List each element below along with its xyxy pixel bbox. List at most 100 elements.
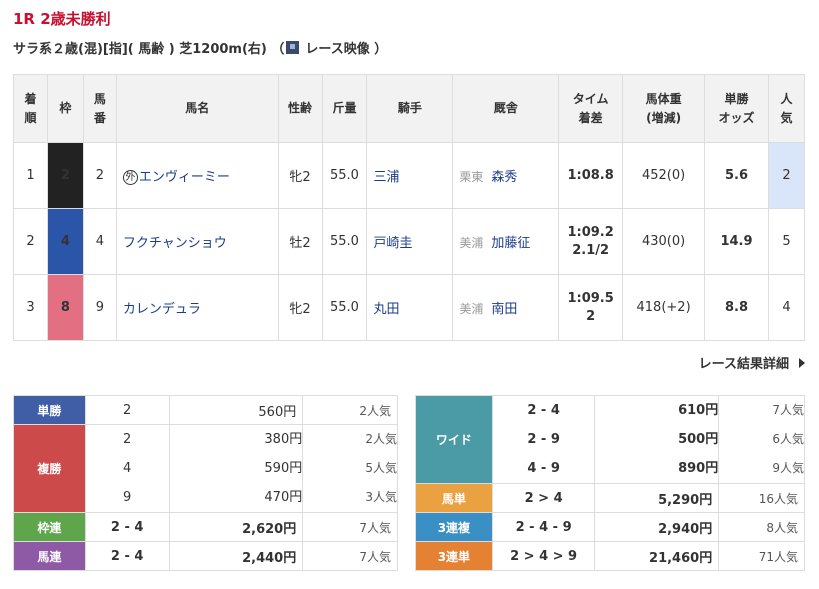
payout-row-tansho: 単勝 2 560円 2人気	[13, 395, 398, 425]
payout-popularity: 71人気	[718, 541, 805, 571]
payout-amount: 2,940円	[594, 512, 720, 542]
payout-numbers: 2	[84, 395, 170, 425]
time-cell: 1:09.2 2.1/2	[558, 208, 624, 275]
body-weight: 430(0)	[622, 208, 706, 275]
popularity: 5	[767, 208, 806, 275]
sex-age: 牝2	[277, 274, 323, 341]
payout-row-sanrenpuku: 3連複 2 - 4 - 9 2,940円 8人気	[415, 512, 805, 542]
payout-row-wakuren: 枠連 2 - 4 2,620円 7人気	[13, 512, 398, 542]
payout-row-umatan: 馬単 2 > 4 5,290円 16人気	[415, 483, 805, 513]
results-table: 着順 枠 馬番 馬名 性齢 斤量 騎手 厩舎 タイム 着差 馬体重 (増減) 単勝オ…	[13, 74, 806, 341]
horse-name-link[interactable]: カレンデュラ	[115, 274, 279, 341]
header-time: タイム 着差	[558, 74, 624, 143]
payout-amount: 21,460円	[594, 541, 720, 571]
header-rank: 着順	[13, 74, 48, 143]
race-conditions: サラ系２歳(混)[指]( 馬齢 ) 芝1200m(右) （ レース映像 ）	[13, 38, 387, 57]
race-title: 1R 2歳未勝利	[13, 10, 111, 28]
carried-weight: 55.0	[321, 142, 368, 209]
payout-amount: 610円 500円 890円	[594, 395, 720, 484]
payout-popularity: 2人気 5人気 3人気	[302, 424, 398, 513]
payout-numbers: 2 - 4	[84, 512, 170, 542]
waku-badge: 8	[46, 274, 84, 341]
sex-age: 牡2	[277, 208, 323, 275]
trainer-affiliation: 美浦	[459, 302, 484, 316]
race-conditions-text: サラ系２歳(混)[指]( 馬齢 ) 芝1200m(右) （	[13, 42, 285, 57]
payout-numbers: 2 - 4 2 - 9 4 - 9	[491, 395, 596, 484]
trainer-cell: 栗東 森秀	[452, 142, 560, 209]
trainer-link[interactable]: 加藤征	[491, 236, 530, 251]
header-jockey: 騎手	[366, 74, 454, 143]
race-video-link[interactable]: レース映像 ）	[305, 38, 387, 57]
payout-amount: 5,290円	[594, 483, 720, 513]
horse-name[interactable]: エンヴィーミー	[139, 170, 230, 185]
payout-popularity: 7人気 6人気 9人気	[718, 395, 805, 484]
payout-numbers: 2 4 9	[84, 424, 170, 513]
header-weight: 斤量	[321, 74, 368, 143]
payout-row-umaren: 馬連 2 - 4 2,440円 7人気	[13, 541, 398, 571]
payout-numbers: 2 - 4	[84, 541, 170, 571]
trainer-link[interactable]: 森秀	[491, 170, 517, 185]
payout-numbers: 2 > 4 > 9	[491, 541, 596, 571]
umaban: 4	[82, 208, 117, 275]
horse-name-link[interactable]: 外エンヴィーミー	[115, 142, 279, 209]
jockey-link[interactable]: 丸田	[366, 274, 454, 341]
header-umaban: 馬番	[82, 74, 117, 143]
payout-row-sanrentan: 3連単 2 > 4 > 9 21,460円 71人気	[415, 541, 805, 571]
horse-name-link[interactable]: フクチャンショウ	[115, 208, 279, 275]
video-icon[interactable]	[286, 41, 300, 54]
table-row: 3 8 9 カレンデュラ 牝2 55.0 丸田 美浦 南田 1:09.5 2 418…	[13, 274, 806, 341]
rank: 2	[13, 208, 48, 275]
payout-popularity: 16人気	[718, 483, 805, 513]
trainer-cell: 美浦 南田	[452, 274, 560, 341]
win-odds: 8.8	[704, 274, 769, 341]
race-result-detail-link[interactable]: レース結果詳細	[699, 353, 805, 372]
bet-type-label: 3連単	[415, 541, 493, 571]
margin: 2.1/2	[572, 242, 610, 258]
finish-time: 1:08.8	[567, 167, 614, 183]
triangle-right-icon	[799, 357, 805, 368]
header-trainer: 厩舎	[452, 74, 560, 143]
bet-type-label: 枠連	[13, 512, 86, 542]
time-cell: 1:09.5 2	[558, 274, 624, 341]
header-body-weight: 馬体重 (増減)	[622, 74, 706, 143]
bet-type-label: 単勝	[13, 395, 86, 425]
payout-amount: 560円	[168, 395, 304, 425]
jockey-link[interactable]: 三浦	[366, 142, 454, 209]
carried-weight: 55.0	[321, 274, 368, 341]
table-row: 2 4 4 フクチャンショウ 牡2 55.0 戸崎圭 美浦 加藤征 1:09.2 2…	[13, 208, 806, 275]
body-weight: 418(+2)	[622, 274, 706, 341]
foreign-horse-icon: 外	[122, 170, 138, 185]
header-odds: 単勝 オッズ	[704, 74, 769, 143]
time-cell: 1:08.8	[558, 142, 624, 209]
jockey-link[interactable]: 戸崎圭	[366, 208, 454, 275]
payout-amount: 2,440円	[168, 541, 304, 571]
trainer-affiliation: 栗東	[459, 170, 484, 184]
bet-type-label: 馬単	[415, 483, 493, 513]
carried-weight: 55.0	[321, 208, 368, 275]
bet-type-label: ワイド	[415, 395, 493, 484]
payout-table-right: ワイド 2 - 4 2 - 9 4 - 9 610円 500円 890円 7人気…	[415, 395, 805, 571]
popularity: 4	[767, 274, 806, 341]
payout-numbers: 2 - 4 - 9	[491, 512, 596, 542]
umaban: 9	[82, 274, 117, 341]
payout-row-wide: ワイド 2 - 4 2 - 9 4 - 9 610円 500円 890円 7人気…	[415, 395, 805, 484]
trainer-link[interactable]: 南田	[491, 302, 517, 317]
header-horse-name: 馬名	[115, 74, 279, 143]
bet-type-label: 馬連	[13, 541, 86, 571]
trainer-affiliation: 美浦	[459, 236, 484, 250]
detail-link-label[interactable]: レース結果詳細	[699, 353, 789, 372]
trainer-cell: 美浦 加藤征	[452, 208, 560, 275]
payout-amount: 2,620円	[168, 512, 304, 542]
rank: 1	[13, 142, 48, 209]
bet-type-label: 複勝	[13, 424, 86, 513]
payout-popularity: 8人気	[718, 512, 805, 542]
umaban: 2	[82, 142, 117, 209]
header-sex-age: 性齢	[277, 74, 323, 143]
finish-time: 1:09.2	[567, 224, 614, 240]
win-odds: 14.9	[704, 208, 769, 275]
margin: 2	[586, 308, 596, 324]
payout-popularity: 7人気	[302, 541, 398, 571]
sex-age: 牝2	[277, 142, 323, 209]
popularity: 2	[767, 142, 806, 209]
payout-row-fukusho: 複勝 2 4 9 380円 590円 470円 2人気 5人気 3人気	[13, 424, 398, 513]
